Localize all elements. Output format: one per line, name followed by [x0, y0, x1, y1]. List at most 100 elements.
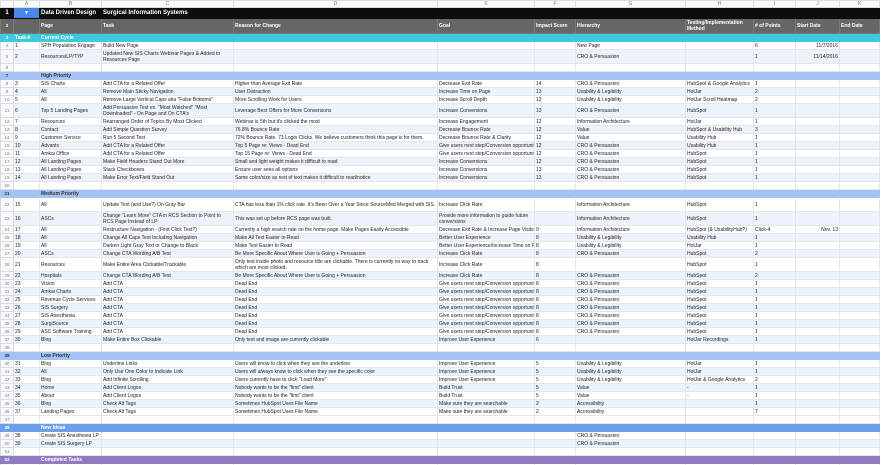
cell[interactable]: [576, 352, 686, 360]
cell[interactable]: [796, 150, 840, 158]
select-all-corner[interactable]: [1, 1, 14, 8]
cell[interactable]: # of Points: [754, 19, 796, 34]
cell[interactable]: Make sure they are searchable: [438, 408, 535, 416]
cell[interactable]: [234, 416, 438, 424]
cell[interactable]: CRO & Persuasion: [576, 50, 686, 64]
cell[interactable]: [234, 352, 438, 360]
cell[interactable]: [438, 352, 535, 360]
cell[interactable]: HubSpot: [686, 198, 754, 212]
cell[interactable]: [840, 234, 880, 242]
cell[interactable]: Hospitals: [40, 272, 102, 280]
section-label[interactable]: Current Cycle: [40, 34, 102, 42]
cell[interactable]: [686, 400, 754, 408]
row-number[interactable]: 2: [1, 19, 14, 34]
cell[interactable]: [840, 272, 880, 280]
cell[interactable]: CRO & Persuasion: [576, 432, 686, 440]
cell[interactable]: 1: [754, 198, 796, 212]
cell[interactable]: [535, 456, 576, 464]
cell[interactable]: Give users next step/Conversion opportun…: [438, 150, 535, 158]
cell[interactable]: [14, 190, 40, 198]
cell[interactable]: [840, 212, 880, 226]
cell[interactable]: [535, 352, 576, 360]
cell[interactable]: HubSpot: [686, 320, 754, 328]
row-number[interactable]: 18: [1, 166, 14, 174]
row-number[interactable]: 49: [1, 432, 14, 440]
cell[interactable]: [840, 384, 880, 392]
cell[interactable]: 19: [14, 242, 40, 250]
cell[interactable]: Dead End: [234, 280, 438, 288]
row-number[interactable]: 1: [1, 8, 14, 19]
cell[interactable]: Information Architecture: [576, 212, 686, 226]
row-number[interactable]: 39: [1, 352, 14, 360]
cell[interactable]: Click-4: [754, 226, 796, 234]
cell[interactable]: [102, 72, 234, 80]
cell[interactable]: [796, 158, 840, 166]
cell[interactable]: 1: [754, 368, 796, 376]
cell[interactable]: CRO & Persuasion: [576, 440, 686, 448]
cell[interactable]: [234, 424, 438, 432]
cell[interactable]: 8: [535, 320, 576, 328]
cell[interactable]: Check Alt Tags: [102, 400, 234, 408]
cell[interactable]: CRO & Persuasion: [576, 288, 686, 296]
cell[interactable]: [840, 250, 880, 258]
cell[interactable]: [796, 456, 840, 464]
cell[interactable]: Be More Specific About Where User is Goi…: [234, 250, 438, 258]
cell[interactable]: Increase Conversions: [438, 174, 535, 182]
cell[interactable]: [754, 352, 796, 360]
cell[interactable]: ASCs: [40, 212, 102, 226]
cell[interactable]: [796, 344, 840, 352]
cell[interactable]: 1: [754, 104, 796, 118]
cell[interactable]: HubSpot: [686, 288, 754, 296]
cell[interactable]: 1: [754, 166, 796, 174]
cell[interactable]: [535, 72, 576, 80]
cell[interactable]: 17: [14, 226, 40, 234]
cell[interactable]: 8: [535, 272, 576, 280]
cell[interactable]: HotJar: [686, 242, 754, 250]
cell[interactable]: 8: [535, 280, 576, 288]
cell[interactable]: [840, 166, 880, 174]
sheet-subtitle[interactable]: Surgical Information Systems: [102, 8, 234, 19]
cell[interactable]: Increase Conversions: [438, 104, 535, 118]
cell[interactable]: [40, 182, 102, 190]
row-number[interactable]: 40: [1, 360, 14, 368]
column-header-letter[interactable]: C: [102, 1, 234, 8]
cell[interactable]: HotJar & Google Analytics: [686, 376, 754, 384]
cell[interactable]: HubSpot: [686, 296, 754, 304]
cell[interactable]: Restructure Navigation - (First Click Te…: [102, 226, 234, 234]
row-number[interactable]: 26: [1, 242, 14, 250]
cell[interactable]: 2: [754, 376, 796, 384]
cell[interactable]: [796, 328, 840, 336]
cell[interactable]: 11: [14, 150, 40, 158]
cell[interactable]: Sometimes HubSpot Uses File Name: [234, 408, 438, 416]
cell[interactable]: [102, 456, 234, 464]
cell[interactable]: [840, 344, 880, 352]
cell[interactable]: Blog: [40, 336, 102, 344]
cell[interactable]: Update Text (and Use?) On Gray Bar: [102, 198, 234, 212]
cell[interactable]: 1: [754, 50, 796, 64]
cell[interactable]: 14: [535, 80, 576, 88]
cell[interactable]: [840, 80, 880, 88]
cell[interactable]: Top 5 Page re: Views - Dead End: [234, 142, 438, 150]
cell[interactable]: Change CTA Wording A/B Test: [102, 250, 234, 258]
cell[interactable]: [796, 242, 840, 250]
cell[interactable]: Nobody wants to be the "first" client: [234, 392, 438, 400]
cell[interactable]: Make Error Text/Field Stand Out: [102, 174, 234, 182]
cell[interactable]: 6: [754, 42, 796, 50]
cell[interactable]: Add Simple Question Survey: [102, 126, 234, 134]
cell[interactable]: 2: [535, 400, 576, 408]
cell[interactable]: [796, 424, 840, 432]
cell[interactable]: CRO & Persuasion: [576, 296, 686, 304]
cell[interactable]: [576, 8, 686, 19]
cell[interactable]: [840, 198, 880, 212]
cell[interactable]: Start Date: [796, 19, 840, 34]
cell[interactable]: [754, 416, 796, 424]
cell[interactable]: [14, 424, 40, 432]
cell[interactable]: [686, 448, 754, 456]
cell[interactable]: [754, 424, 796, 432]
cell[interactable]: 30: [14, 336, 40, 344]
cell[interactable]: 1: [754, 174, 796, 182]
row-number[interactable]: 41: [1, 368, 14, 376]
cell[interactable]: Add CTA: [102, 328, 234, 336]
cell[interactable]: [840, 88, 880, 96]
cell[interactable]: 1: [754, 328, 796, 336]
